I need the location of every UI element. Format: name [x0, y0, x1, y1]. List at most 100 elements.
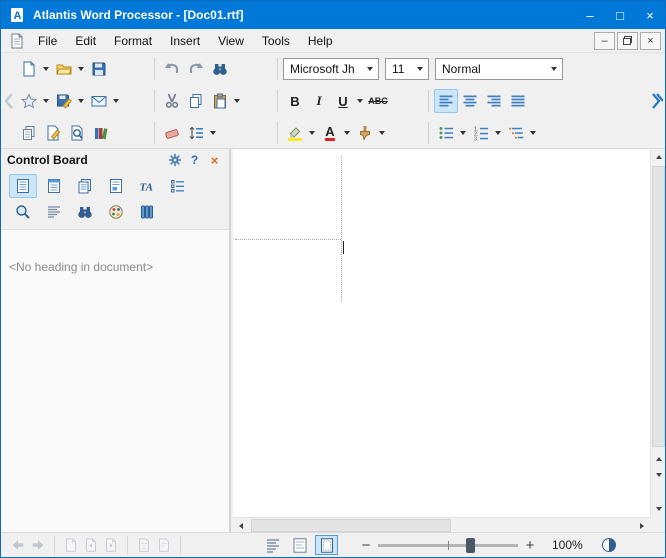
zoom-in-button[interactable]: + — [522, 537, 538, 554]
previous-page-icon[interactable] — [651, 451, 666, 467]
vertical-scrollbar[interactable] — [650, 149, 666, 517]
cut-button[interactable] — [160, 89, 184, 113]
multilevel-list-button[interactable] — [504, 121, 528, 145]
email-button[interactable] — [87, 89, 111, 113]
menu-file[interactable]: File — [29, 31, 66, 51]
font-family-select[interactable]: Microsoft Jh — [283, 58, 379, 80]
align-right-button[interactable] — [482, 89, 506, 113]
print-preview-button[interactable] — [65, 121, 89, 145]
last-page-button[interactable] — [154, 535, 174, 555]
previous-page-button[interactable] — [81, 535, 101, 555]
style-select[interactable]: Normal — [435, 58, 563, 80]
underline-button[interactable]: U — [331, 89, 355, 113]
multilevel-list-dropdown-icon[interactable] — [528, 121, 538, 145]
edit-page-button[interactable] — [41, 121, 65, 145]
scroll-up-icon[interactable] — [651, 149, 666, 165]
goto-page-button[interactable] — [134, 535, 154, 555]
zoom-slider[interactable] — [378, 544, 518, 547]
copy-button[interactable] — [184, 89, 208, 113]
horizontal-scrollbar[interactable] — [233, 517, 650, 533]
menu-view[interactable]: View — [209, 31, 253, 51]
paste-dropdown-icon[interactable] — [232, 89, 242, 113]
menu-format[interactable]: Format — [105, 31, 161, 51]
gear-icon[interactable] — [166, 152, 183, 169]
clipboard-pages-button[interactable] — [17, 121, 41, 145]
zoom-pane-button[interactable] — [9, 200, 37, 224]
font-color-button[interactable]: A — [318, 121, 342, 145]
books-button[interactable] — [89, 121, 113, 145]
save-special-dropdown-icon[interactable] — [76, 89, 86, 113]
strikethrough-button[interactable]: ABC — [366, 89, 390, 113]
toolbar-scroll-left-icon[interactable] — [2, 87, 16, 115]
email-dropdown-icon[interactable] — [111, 89, 121, 113]
vertical-scrollbar-thumb[interactable] — [652, 166, 665, 447]
bookmarks-pane-button[interactable] — [71, 174, 99, 198]
menu-edit[interactable]: Edit — [66, 31, 105, 51]
document-page[interactable] — [233, 149, 650, 517]
underline-dropdown-icon[interactable] — [355, 89, 365, 113]
save-special-button[interactable] — [52, 89, 76, 113]
menu-help[interactable]: Help — [299, 31, 342, 51]
format-painter-button[interactable] — [353, 121, 377, 145]
colors-pane-button[interactable] — [102, 200, 130, 224]
contrast-toggle-icon[interactable] — [602, 538, 616, 552]
fields-pane-button[interactable] — [102, 174, 130, 198]
bullet-list-button[interactable] — [434, 121, 458, 145]
draft-view-button[interactable] — [261, 535, 284, 555]
find-button[interactable] — [208, 57, 232, 81]
next-page-button[interactable] — [101, 535, 121, 555]
scroll-down-icon[interactable] — [651, 501, 666, 517]
paragraph-pane-button[interactable] — [40, 200, 68, 224]
line-spacing-button[interactable] — [184, 121, 208, 145]
sections-pane-button[interactable] — [40, 174, 68, 198]
maximize-button[interactable]: □ — [605, 1, 635, 29]
font-color-dropdown-icon[interactable] — [342, 121, 352, 145]
open-dropdown-icon[interactable] — [76, 57, 86, 81]
first-page-button[interactable] — [61, 535, 81, 555]
align-left-button[interactable] — [434, 89, 458, 113]
bullet-list-dropdown-icon[interactable] — [458, 121, 468, 145]
headings-pane-button[interactable] — [9, 174, 37, 198]
align-justify-button[interactable] — [506, 89, 530, 113]
help-icon[interactable]: ? — [186, 152, 203, 169]
favorites-dropdown-icon[interactable] — [41, 89, 51, 113]
open-button[interactable] — [52, 57, 76, 81]
save-button[interactable] — [87, 57, 111, 81]
fonts-pane-button[interactable]: TA — [133, 174, 161, 198]
new-document-button[interactable] — [17, 57, 41, 81]
checklist-pane-button[interactable] — [164, 174, 192, 198]
document-menu-icon[interactable] — [9, 33, 25, 49]
minimize-button[interactable]: – — [575, 1, 605, 29]
redo-button[interactable] — [184, 57, 208, 81]
font-size-select[interactable]: 11 — [385, 58, 429, 80]
horizontal-scrollbar-thumb[interactable] — [251, 519, 451, 532]
page-layout-view-button[interactable] — [315, 535, 338, 555]
new-document-dropdown-icon[interactable] — [41, 57, 51, 81]
columns-pane-button[interactable] — [133, 200, 161, 224]
eraser-button[interactable] — [160, 121, 184, 145]
paste-button[interactable] — [208, 89, 232, 113]
menu-insert[interactable]: Insert — [161, 31, 209, 51]
undo-button[interactable] — [160, 57, 184, 81]
zoom-out-button[interactable]: − — [358, 537, 374, 554]
doc-close-button[interactable]: × — [640, 32, 661, 50]
format-painter-dropdown-icon[interactable] — [377, 121, 387, 145]
highlight-button[interactable] — [283, 121, 307, 145]
titlebar[interactable]: A Atlantis Word Processor - [Doc01.rtf] … — [1, 1, 665, 29]
favorites-button[interactable] — [17, 89, 41, 113]
highlight-dropdown-icon[interactable] — [307, 121, 317, 145]
forward-button[interactable] — [28, 535, 48, 555]
numbered-list-button[interactable]: 1.2.3. — [469, 121, 493, 145]
menu-tools[interactable]: Tools — [253, 31, 299, 51]
numbered-list-dropdown-icon[interactable] — [493, 121, 503, 145]
doc-minimize-button[interactable]: – — [594, 32, 615, 50]
search-pane-button[interactable] — [71, 200, 99, 224]
bold-button[interactable]: B — [283, 89, 307, 113]
toolbar-more-icon[interactable] — [650, 87, 664, 115]
line-spacing-dropdown-icon[interactable] — [208, 121, 218, 145]
next-page-icon[interactable] — [651, 467, 666, 483]
back-button[interactable] — [8, 535, 28, 555]
align-center-button[interactable] — [458, 89, 482, 113]
doc-restore-button[interactable] — [617, 32, 638, 50]
italic-button[interactable]: I — [307, 89, 331, 113]
